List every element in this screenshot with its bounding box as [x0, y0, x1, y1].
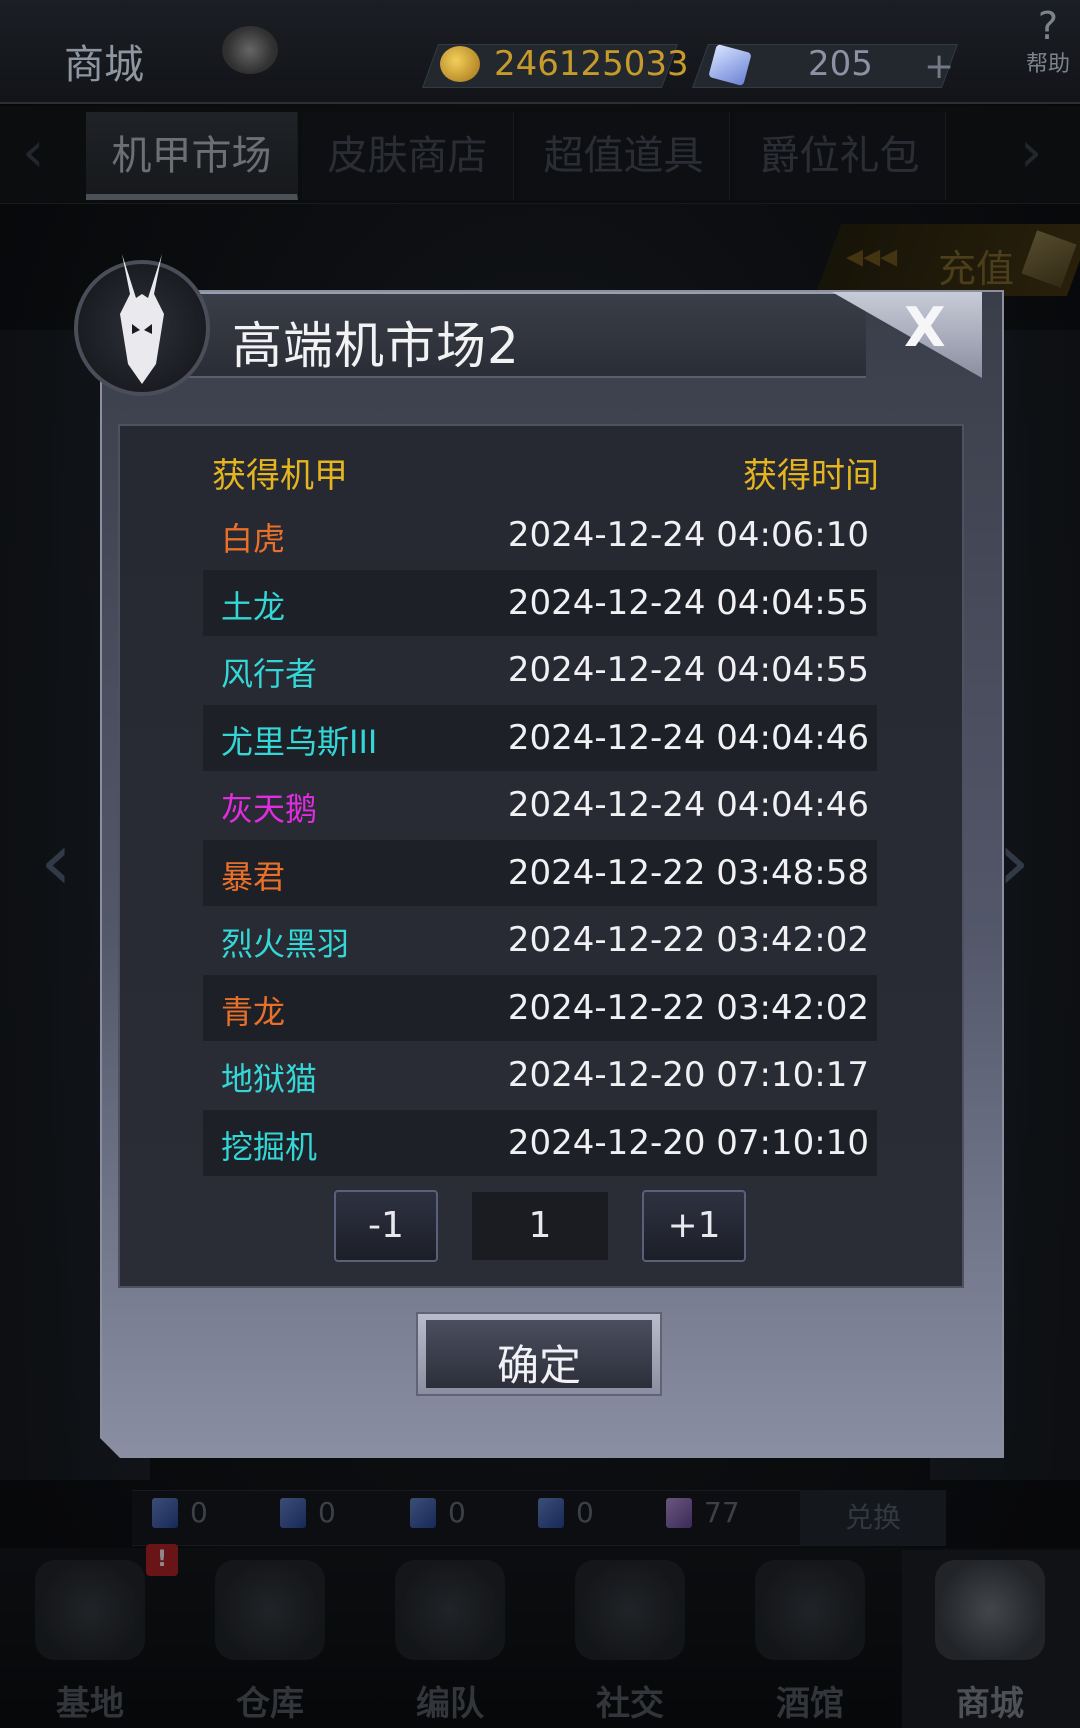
mecha-name: 地狱猫 — [221, 1060, 318, 1098]
mecha-head-icon — [120, 254, 164, 384]
history-row: 尤里乌斯III 2024-12-24 04:04:46 — [203, 704, 877, 771]
history-row: 青龙 2024-12-22 03:42:02 — [203, 974, 877, 1041]
page-title: 商城 — [64, 42, 144, 88]
acquired-time: 2024-12-24 04:04:46 — [507, 717, 869, 758]
history-row: 土龙 2024-12-24 04:04:55 — [203, 569, 877, 636]
mecha-name: 白虎 — [221, 520, 286, 558]
mecha-name: 烈火黑羽 — [221, 925, 350, 963]
add-gems-button[interactable]: + — [924, 46, 954, 87]
help-icon: ? — [1037, 4, 1059, 48]
shop-emblem-icon — [222, 26, 278, 74]
history-row: 暴君 2024-12-22 03:48:58 — [203, 839, 877, 906]
column-header-mecha: 获得机甲 — [212, 456, 348, 496]
history-row: 烈火黑羽 2024-12-22 03:42:02 — [203, 907, 877, 973]
acquired-time: 2024-12-20 07:10:17 — [507, 1055, 869, 1095]
acquired-time: 2024-12-20 07:10:10 — [507, 1122, 869, 1163]
history-row: 白虎 2024-12-24 04:06:10 — [203, 502, 877, 568]
mecha-name: 尤里乌斯III — [221, 722, 378, 761]
history-row: 灰天鹅 2024-12-24 04:04:46 — [203, 772, 877, 838]
top-bar: 商城 246125033 205 + ? 帮助 — [0, 0, 1080, 104]
acquired-time: 2024-12-24 04:04:55 — [507, 650, 869, 690]
gold-amount: 246125033 — [494, 44, 689, 84]
mecha-name: 挖掘机 — [221, 1127, 318, 1166]
page-plus-button[interactable]: +1 — [642, 1190, 746, 1262]
help-label: 帮助 — [1025, 52, 1070, 77]
mecha-name: 青龙 — [221, 992, 286, 1031]
history-row: 风行者 2024-12-24 04:04:55 — [203, 637, 877, 703]
history-row: 地狱猫 2024-12-20 07:10:17 — [203, 1042, 877, 1108]
close-icon[interactable]: X — [904, 296, 946, 359]
column-header-time: 获得时间 — [743, 456, 879, 496]
modal-title: 高端机市场2 — [232, 317, 520, 375]
confirm-button[interactable]: 确定 — [416, 1312, 662, 1396]
mecha-name: 灰天鹅 — [221, 790, 318, 828]
acquired-time: 2024-12-24 04:04:46 — [507, 785, 869, 825]
mecha-name: 暴君 — [221, 857, 286, 896]
gem-amount: 205 — [808, 44, 873, 84]
help-button[interactable]: ? 帮助 — [1016, 6, 1080, 78]
acquired-time: 2024-12-24 04:04:55 — [507, 582, 869, 623]
mecha-name: 土龙 — [221, 587, 286, 626]
history-row: 挖掘机 2024-12-20 07:10:10 — [203, 1109, 877, 1176]
acquired-time: 2024-12-24 04:06:10 — [507, 515, 869, 555]
page-minus-button[interactable]: -1 — [334, 1190, 438, 1262]
acquired-time: 2024-12-22 03:48:58 — [507, 852, 869, 893]
confirm-label: 确定 — [496, 1341, 581, 1390]
page-number: 1 — [472, 1192, 608, 1260]
acquired-time: 2024-12-22 03:42:02 — [507, 987, 869, 1028]
acquired-time: 2024-12-22 03:42:02 — [507, 920, 869, 960]
gold-coin-icon — [440, 46, 480, 82]
mecha-name: 风行者 — [221, 655, 318, 693]
